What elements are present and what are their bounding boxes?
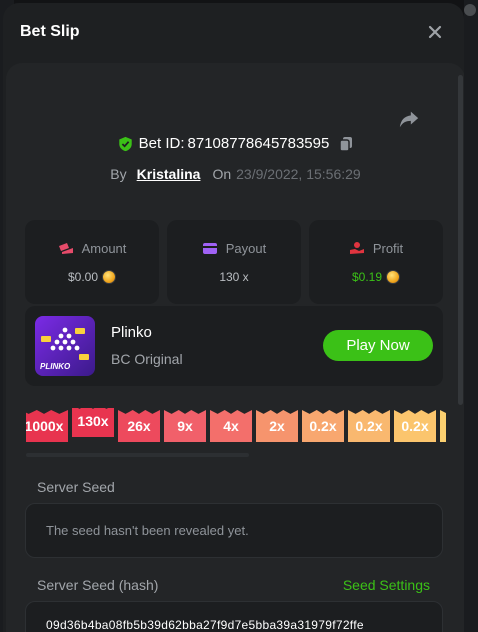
multiplier-chip: 9x [164, 410, 206, 442]
multiplier-chip: 130x [72, 408, 114, 437]
server-seed-hash-label: Server Seed (hash) [37, 577, 159, 593]
multiplier-chip [440, 410, 446, 442]
close-icon [428, 25, 442, 39]
modal-header: Bet Slip [3, 3, 464, 61]
multiplier-chip: 26x [118, 410, 160, 442]
bet-stats: Amount $0.00 Payout 130 x Profit $0.19 [25, 220, 443, 304]
background-page-right [464, 0, 478, 632]
stat-profit-value-row: $0.19 [351, 269, 401, 284]
server-seed-field: The seed hasn't been revealed yet. [25, 503, 443, 558]
amount-icon [58, 243, 73, 254]
stat-amount-label: Amount [81, 240, 127, 256]
modal-title: Bet Slip [20, 23, 80, 40]
by-label: By [110, 166, 127, 182]
stat-profit-head: Profit [349, 241, 403, 256]
multiplier-chip: 2x [256, 410, 298, 442]
plinko-thumb-text: PLINKO [40, 362, 71, 371]
plinko-thumbnail[interactable]: PLINKO [35, 316, 95, 376]
game-name: Plinko [111, 324, 152, 341]
stat-amount: Amount $0.00 [25, 220, 159, 304]
on-label: On [212, 166, 232, 182]
multiplier-chip: 0.2x [394, 410, 436, 442]
server-seed-hash-field[interactable]: 09d36b4ba08fb5b39d62bba27f9d7e5bba39a319… [25, 601, 443, 632]
bet-author-row: By Kristalina On 23/9/2022, 15:56:29 [6, 166, 464, 182]
game-card: PLINKO Plinko BC Original Play Now [25, 306, 443, 386]
stat-profit-value: $0.19 [351, 269, 383, 284]
coin-icon [386, 269, 401, 284]
bet-details-scroll-area[interactable]: Bet ID: 87108778645783595 By Kristalina … [3, 63, 464, 632]
stat-payout-head: Payout [202, 241, 266, 256]
close-button[interactable] [426, 23, 444, 41]
stat-payout-value: 130 x [219, 269, 249, 284]
stat-profit-label: Profit [372, 240, 404, 256]
multiplier-chip: 0.2x [348, 410, 390, 442]
seed-settings-link[interactable]: Seed Settings [343, 577, 430, 593]
stat-payout: Payout 130 x [167, 220, 301, 304]
bet-date: 23/9/2022, 15:56:29 [236, 166, 361, 182]
bet-slip-modal: Bet Slip Bet ID: 87108778645783595 By Kr… [3, 3, 464, 632]
scrollbar[interactable] [458, 75, 463, 405]
avatar [464, 4, 476, 16]
multiplier-chip: 4x [210, 410, 252, 442]
server-seed-label: Server Seed [37, 479, 115, 495]
server-seed-placeholder: The seed hasn't been revealed yet. [46, 523, 249, 538]
multiplier-chip: 0.2x [302, 410, 344, 442]
multiplier-row[interactable]: 1000x 130x 26x 9x 4x 2x 0.2x 0.2x 0.2x [26, 408, 446, 452]
shield-check-icon [118, 136, 132, 151]
game-subtitle: BC Original [111, 351, 183, 367]
share-icon[interactable] [398, 108, 420, 130]
server-seed-hash-value: 09d36b4ba08fb5b39d62bba27f9d7e5bba39a319… [46, 618, 364, 632]
bet-id-label: Bet ID: [138, 135, 185, 152]
stat-payout-label: Payout [225, 240, 267, 256]
multiplier-scrollbar[interactable] [26, 453, 249, 457]
payout-icon [202, 243, 217, 254]
bet-id-value: 87108778645783595 [187, 135, 330, 152]
stat-amount-head: Amount [58, 240, 127, 256]
copy-icon[interactable] [339, 136, 353, 152]
stat-amount-value: $0.00 [67, 269, 99, 284]
bet-id-row: Bet ID: 87108778645783595 [6, 135, 464, 152]
stat-amount-value-row: $0.00 [67, 269, 117, 284]
bet-details-card: Bet ID: 87108778645783595 By Kristalina … [6, 63, 464, 632]
user-link[interactable]: Kristalina [137, 166, 201, 182]
coin-icon [102, 269, 117, 284]
play-now-button[interactable]: Play Now [323, 330, 433, 361]
multiplier-chip: 1000x [26, 410, 68, 442]
profit-icon [349, 242, 364, 254]
stat-payout-value-row: 130 x [219, 270, 248, 284]
stat-profit: Profit $0.19 [309, 220, 443, 304]
